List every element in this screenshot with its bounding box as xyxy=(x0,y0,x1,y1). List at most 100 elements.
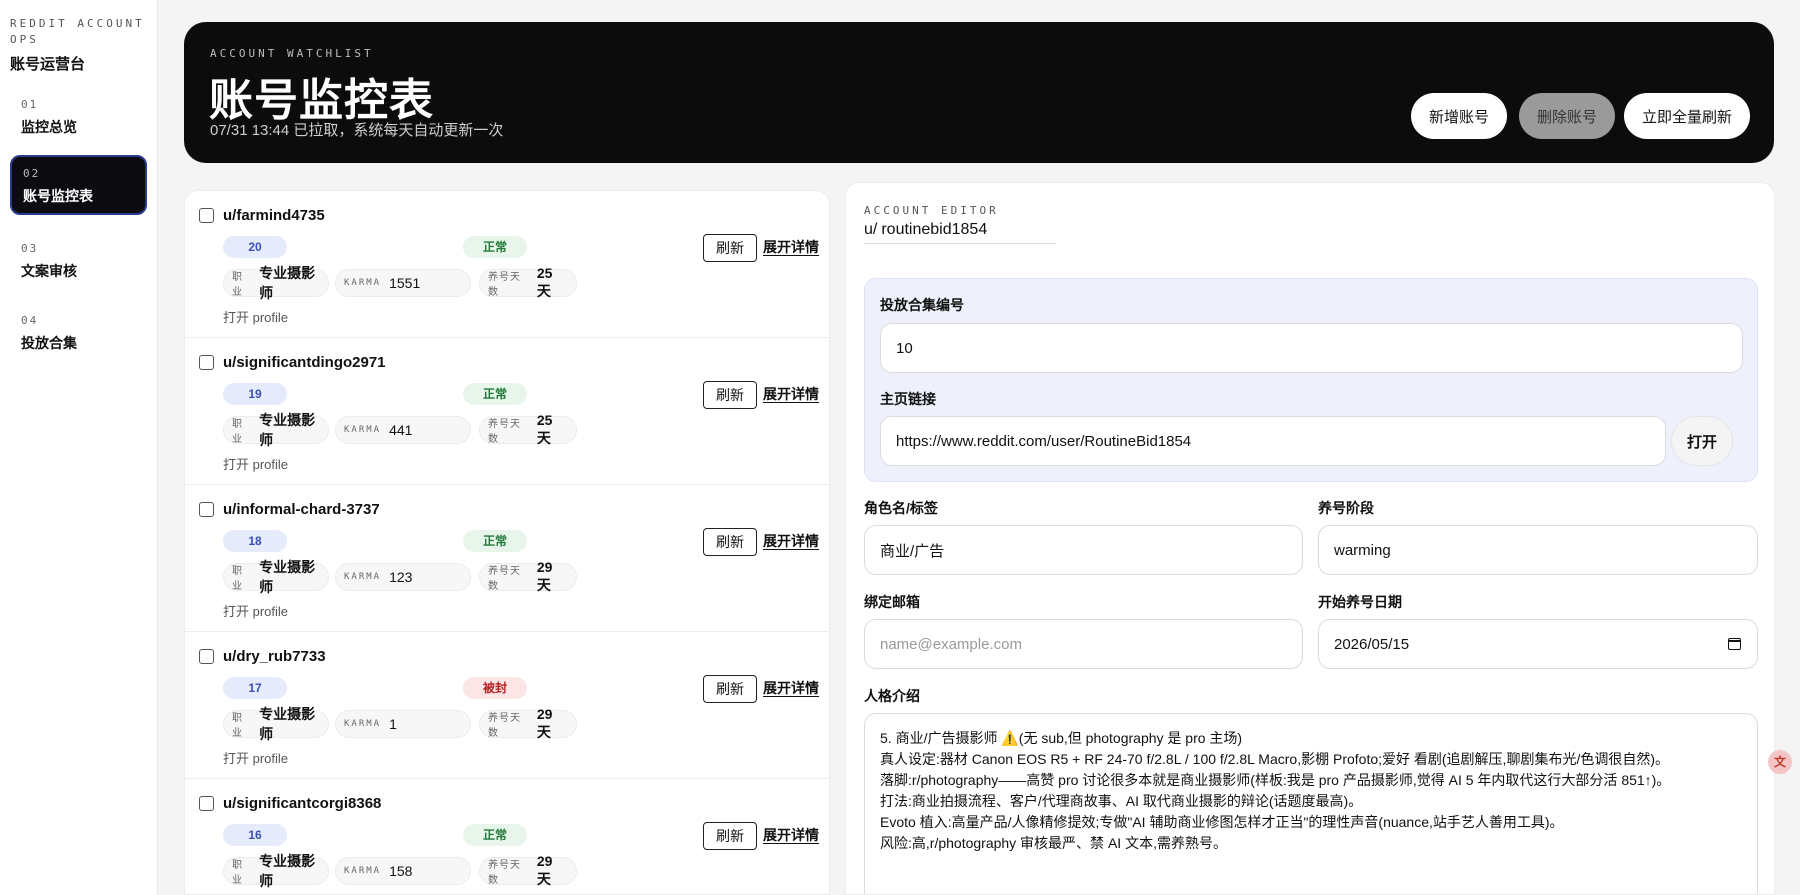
row-checkbox[interactable] xyxy=(199,355,214,370)
open-profile-link[interactable]: 打开 profile xyxy=(223,307,288,326)
sidebar-item-label: 监控总览 xyxy=(21,119,77,135)
account-number-badge: 19 xyxy=(223,383,287,405)
karma-value: 158 xyxy=(389,863,413,879)
row-checkbox[interactable] xyxy=(199,208,214,223)
karma-label: KARMA xyxy=(344,719,382,729)
account-username: u/significantcorgi8368 xyxy=(223,795,382,812)
open-profile-link[interactable]: 打开 profile xyxy=(223,748,288,767)
days-value: 25 天 xyxy=(536,412,553,446)
brand-kicker: REDDIT ACCOUNT OPS xyxy=(10,17,145,46)
expand-details-link[interactable]: 展开详情 xyxy=(763,827,819,844)
refresh-all-button[interactable]: 立即全量刷新 xyxy=(1624,93,1750,139)
email-label: 绑定邮箱 xyxy=(864,594,920,610)
sidebar-item-label: 账号监控表 xyxy=(23,188,93,204)
add-account-button[interactable]: 新增账号 xyxy=(1411,93,1507,139)
days-chip: 养号天数 29 天 xyxy=(479,853,577,887)
open-profile-link[interactable]: 打开 profile xyxy=(223,454,288,473)
expand-details-link[interactable]: 展开详情 xyxy=(763,680,819,697)
sidebar-item-campaigns[interactable]: 04 投放合集 xyxy=(10,304,147,364)
refresh-button[interactable]: 刷新 xyxy=(703,675,757,703)
karma-chip: KARMA 441 xyxy=(335,416,471,444)
karma-chip: KARMA 158 xyxy=(335,857,471,885)
warming-stage-input[interactable] xyxy=(1318,525,1758,575)
row-checkbox[interactable] xyxy=(199,649,214,664)
karma-value: 441 xyxy=(389,422,413,438)
table-row: u/dry_rub7733 17 被封 刷新 展开详情 职业 专业摄影师 KAR… xyxy=(185,632,829,779)
collection-number-input[interactable] xyxy=(880,323,1743,373)
expand-details-link[interactable]: 展开详情 xyxy=(763,533,819,550)
editor-username-field[interactable]: u/routinebid1854 xyxy=(864,221,1056,244)
sidebar-item-overview[interactable]: 01 监控总览 xyxy=(10,88,147,148)
karma-label: KARMA xyxy=(344,572,382,582)
profession-chip: 职业 专业摄影师 xyxy=(223,412,329,448)
days-label: 养号天数 xyxy=(488,713,521,739)
editor-username: routinebid1854 xyxy=(881,221,988,238)
refresh-button[interactable]: 刷新 xyxy=(703,822,757,850)
start-date-label: 开始养号日期 xyxy=(1318,594,1402,610)
row-checkbox[interactable] xyxy=(199,796,214,811)
role-label: 角色名/标签 xyxy=(864,500,938,516)
account-username: u/significantdingo2971 xyxy=(223,354,386,371)
karma-label: KARMA xyxy=(344,425,382,435)
profession-chip: 职业 专业摄影师 xyxy=(223,559,329,595)
profession-value: 专业摄影师 xyxy=(259,559,316,595)
profession-label: 职业 xyxy=(232,566,243,592)
persona-line: 5. 商业/广告摄影师 ⚠️(无 sub,但 photography 是 pro… xyxy=(880,730,1243,746)
account-editor: ACCOUNT EDITOR u/routinebid1854 投放合集编号 主… xyxy=(845,182,1775,895)
account-number-badge: 20 xyxy=(223,236,287,258)
role-tag-input[interactable] xyxy=(864,525,1303,575)
persona-label: 人格介绍 xyxy=(864,688,920,704)
refresh-button[interactable]: 刷新 xyxy=(703,381,757,409)
row-checkbox[interactable] xyxy=(199,502,214,517)
account-username: u/informal-chard-3737 xyxy=(223,501,380,518)
days-chip: 养号天数 29 天 xyxy=(479,559,577,593)
sidebar-item-copy-review[interactable]: 03 文案审核 xyxy=(10,232,147,292)
open-homepage-button[interactable]: 打开 xyxy=(1671,416,1733,466)
status-badge: 正常 xyxy=(463,530,527,552)
sidebar-item-watchlist[interactable]: 02 账号监控表 xyxy=(10,155,147,215)
days-label: 养号天数 xyxy=(488,566,521,592)
refresh-button[interactable]: 刷新 xyxy=(703,528,757,556)
karma-value: 1 xyxy=(389,716,397,732)
start-date-input[interactable] xyxy=(1318,619,1758,669)
days-value: 29 天 xyxy=(536,559,553,593)
days-chip: 养号天数 29 天 xyxy=(479,706,577,740)
status-badge: 被封 xyxy=(463,677,527,699)
profession-chip: 职业 专业摄影师 xyxy=(223,853,329,889)
account-username: u/farmind4735 xyxy=(223,207,325,224)
karma-chip: KARMA 1551 xyxy=(335,269,471,297)
persona-line: Evoto 植入:高量产品/人像精修提效;专做"AI 辅助商业修图怎样才正当"的… xyxy=(880,814,1564,830)
profession-value: 专业摄影师 xyxy=(259,265,316,301)
account-username: u/dry_rub7733 xyxy=(223,648,326,665)
last-sync-text: 07/31 13:44 已拉取，系统每天自动更新一次 xyxy=(210,122,504,139)
days-value: 25 天 xyxy=(536,265,553,299)
expand-details-link[interactable]: 展开详情 xyxy=(763,386,819,403)
table-row: u/farmind4735 20 正常 刷新 展开详情 职业 专业摄影师 KAR… xyxy=(185,191,829,338)
persona-textarea[interactable]: 5. 商业/广告摄影师 ⚠️(无 sub,但 photography 是 pro… xyxy=(864,713,1758,894)
status-badge: 正常 xyxy=(463,236,527,258)
profession-label: 职业 xyxy=(232,272,243,298)
persona-line: 风险:高,r/photography 审核最严、禁 AI 文本,需养熟号。 xyxy=(880,835,1227,851)
account-number-badge: 17 xyxy=(223,677,287,699)
days-chip: 养号天数 25 天 xyxy=(479,412,577,446)
editor-kicker: ACCOUNT EDITOR xyxy=(864,204,999,217)
profession-label: 职业 xyxy=(232,713,243,739)
expand-details-link[interactable]: 展开详情 xyxy=(763,239,819,256)
sidebar-item-number: 02 xyxy=(23,167,41,180)
days-value: 29 天 xyxy=(536,853,553,887)
brand-title: 账号运营台 xyxy=(10,56,86,73)
days-label: 养号天数 xyxy=(488,419,521,445)
sidebar-item-label: 投放合集 xyxy=(21,335,77,351)
karma-value: 1551 xyxy=(389,275,421,291)
days-label: 养号天数 xyxy=(488,272,521,298)
calendar-icon[interactable] xyxy=(1727,638,1741,650)
table-row: u/significantcorgi8368 16 正常 刷新 展开详情 职业 … xyxy=(185,779,829,894)
username-prefix: u/ xyxy=(864,221,878,238)
homepage-url-input[interactable] xyxy=(880,416,1666,466)
open-profile-link[interactable]: 打开 profile xyxy=(223,601,288,620)
refresh-button[interactable]: 刷新 xyxy=(703,234,757,262)
delete-account-button[interactable]: 删除账号 xyxy=(1519,93,1615,139)
stage-label: 养号阶段 xyxy=(1318,500,1374,516)
email-field[interactable] xyxy=(864,619,1303,669)
translate-icon[interactable]: 文 xyxy=(1768,750,1792,774)
